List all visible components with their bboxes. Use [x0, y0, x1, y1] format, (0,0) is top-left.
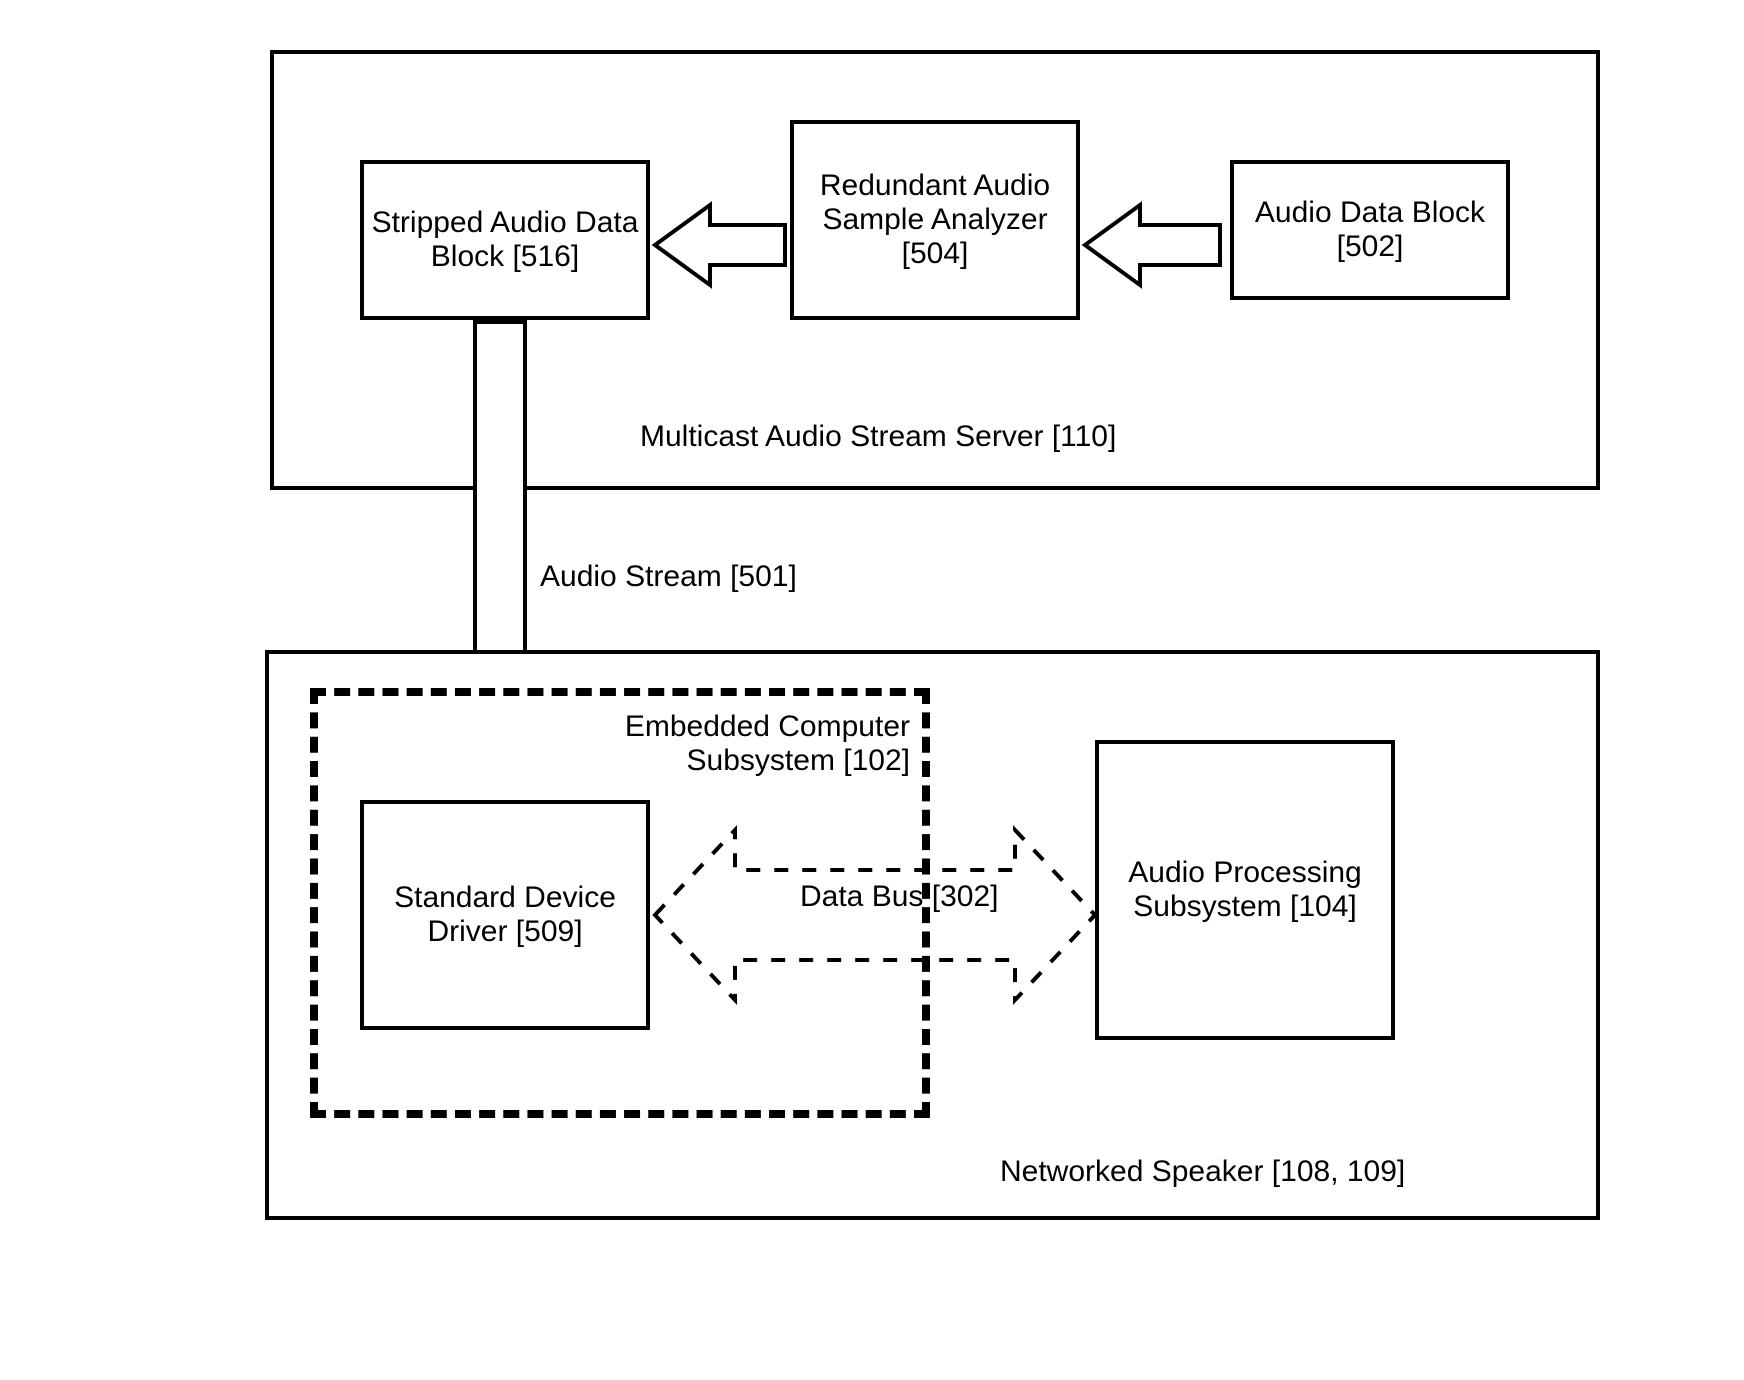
embedded-line2: Subsystem [102]	[687, 744, 910, 777]
embedded-subsystem-label: Embedded Computer Subsystem [102]	[560, 710, 910, 778]
analyzer-block: Redundant Audio Sample Analyzer [504]	[790, 120, 1080, 320]
audio-data-block: Audio Data Block [502]	[1230, 160, 1510, 300]
audio-data-label: Audio Data Block [502]	[1240, 196, 1500, 264]
speaker-container-label: Networked Speaker [108, 109]	[1000, 1155, 1405, 1189]
arrow-audioblock-to-analyzer	[1085, 195, 1225, 295]
embedded-line1: Embedded Computer	[625, 710, 910, 743]
device-driver-block: Standard Device Driver [509]	[360, 800, 650, 1030]
diagram-canvas: Stripped Audio Data Block [516] Redundan…	[0, 0, 1744, 1380]
analyzer-label: Redundant Audio Sample Analyzer [504]	[800, 169, 1070, 271]
arrow-analyzer-to-stripped	[655, 195, 790, 295]
device-driver-label: Standard Device Driver [509]	[370, 881, 640, 949]
data-bus-label: Data Bus [302]	[800, 880, 970, 914]
audio-stream-label: Audio Stream [501]	[540, 560, 797, 594]
stripped-audio-block: Stripped Audio Data Block [516]	[360, 160, 650, 320]
stripped-audio-label: Stripped Audio Data Block [516]	[370, 206, 640, 274]
audio-processing-label: Audio Processing Subsystem [104]	[1105, 856, 1385, 924]
data-bus-arrow	[655, 805, 1095, 1025]
audio-processing-block: Audio Processing Subsystem [104]	[1095, 740, 1395, 1040]
server-container-label: Multicast Audio Stream Server [110]	[640, 420, 1116, 454]
